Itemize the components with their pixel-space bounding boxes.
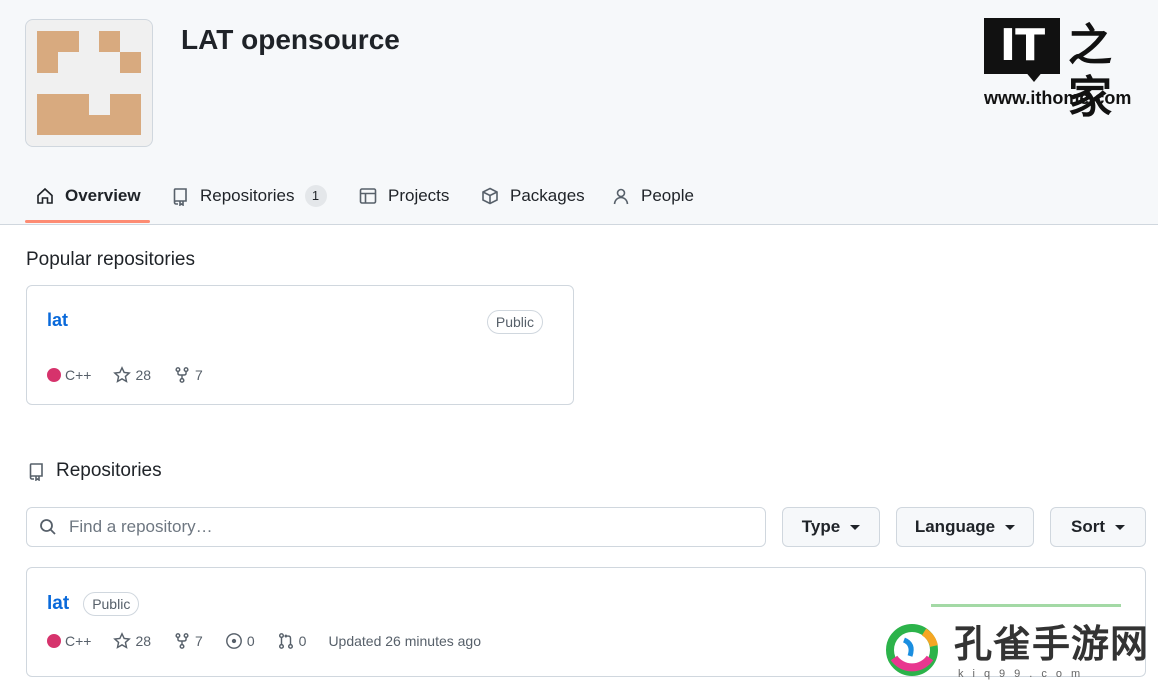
kiq99-logo-icon — [886, 624, 938, 676]
chevron-down-icon — [850, 524, 861, 530]
language-info: C++ — [47, 633, 91, 649]
sort-button[interactable]: Sort — [1050, 507, 1146, 547]
package-icon — [482, 187, 498, 205]
language-color-dot — [47, 634, 61, 648]
visibility-badge: Public — [486, 310, 543, 334]
popular-repos-heading: Popular repositories — [26, 249, 195, 270]
home-icon — [37, 187, 53, 204]
tab-label: Packages — [510, 186, 585, 205]
pull-request-icon — [278, 633, 293, 649]
repo-link[interactable]: lat — [47, 593, 69, 615]
sort-label: Sort — [1071, 517, 1105, 536]
person-icon — [613, 188, 629, 205]
popular-repo-card: lat Public C++ 28 7 — [26, 285, 574, 405]
issue-count: 0 — [246, 633, 255, 649]
repo-icon — [29, 463, 43, 481]
stars-link[interactable]: 28 — [113, 632, 151, 650]
kiq99-title: 孔雀手游网 — [954, 621, 1150, 666]
chevron-down-icon — [1005, 524, 1016, 530]
star-count: 28 — [135, 633, 152, 649]
kiq99-watermark: 孔雀手游网 kiq99.com — [878, 612, 1158, 686]
fork-count: 7 — [195, 367, 203, 383]
tab-overview[interactable]: Overview — [35, 172, 141, 220]
org-header: LAT opensource IT 之家 www.ithome.com Over… — [0, 0, 1158, 225]
fork-icon — [175, 633, 189, 649]
tab-label: People — [641, 186, 694, 205]
tab-label: Projects — [388, 186, 450, 205]
org-name: LAT opensource — [181, 24, 400, 55]
stars-link[interactable]: 28 — [113, 366, 151, 384]
fork-icon — [175, 367, 189, 383]
ithome-url: www.ithome.com — [984, 88, 1132, 108]
issues-link[interactable]: 0 — [225, 632, 255, 650]
ithome-logo: IT — [984, 18, 1060, 74]
language-filter-label: Language — [914, 517, 996, 536]
tab-label: Repositories — [200, 186, 295, 205]
repo-meta: C++ 28 7 0 0 Updated 26 minutes ago — [47, 632, 481, 650]
kiq99-url: kiq99.com — [958, 668, 1090, 680]
org-avatar[interactable] — [25, 19, 153, 147]
language-info: C++ — [47, 367, 91, 383]
ithome-watermark: IT 之家 www.ithome.com — [984, 18, 1140, 123]
updated-timestamp: Updated 26 minutes ago — [328, 633, 481, 649]
table-icon — [359, 188, 377, 204]
forks-link[interactable]: 7 — [173, 366, 203, 384]
tab-people[interactable]: People — [611, 172, 694, 220]
search-icon — [40, 519, 56, 535]
forks-link[interactable]: 7 — [173, 632, 203, 650]
tab-repositories[interactable]: Repositories 1 — [170, 172, 327, 220]
type-filter-label: Type — [801, 517, 841, 536]
search-input[interactable] — [67, 516, 751, 538]
fork-count: 7 — [195, 633, 203, 649]
repo-search — [26, 507, 766, 547]
language-color-dot — [47, 368, 61, 382]
popular-repo-link[interactable]: lat — [47, 310, 68, 331]
star-count: 28 — [135, 367, 152, 383]
repo-icon — [173, 188, 187, 206]
repo-meta: C++ 28 7 — [47, 366, 225, 384]
repo-count-badge: 1 — [304, 185, 327, 207]
repositories-heading-label: Repositories — [56, 460, 162, 481]
language-label: C++ — [65, 367, 92, 383]
activity-sparkline — [931, 604, 1121, 607]
repositories-heading: Repositories — [26, 460, 162, 482]
chevron-down-icon — [1115, 524, 1125, 530]
type-filter-button[interactable]: Type — [782, 507, 880, 547]
pull-count: 0 — [298, 633, 307, 649]
language-label: C++ — [65, 633, 92, 649]
tab-packages[interactable]: Packages — [480, 172, 585, 220]
pulls-link[interactable]: 0 — [277, 632, 307, 650]
star-icon — [113, 366, 132, 383]
language-filter-button[interactable]: Language — [896, 507, 1034, 547]
tab-projects[interactable]: Projects — [358, 172, 449, 220]
active-tab-indicator — [25, 220, 150, 223]
star-icon — [113, 632, 132, 649]
visibility-badge: Public — [83, 592, 140, 616]
tab-label: Overview — [65, 186, 141, 205]
issue-icon — [225, 633, 242, 649]
